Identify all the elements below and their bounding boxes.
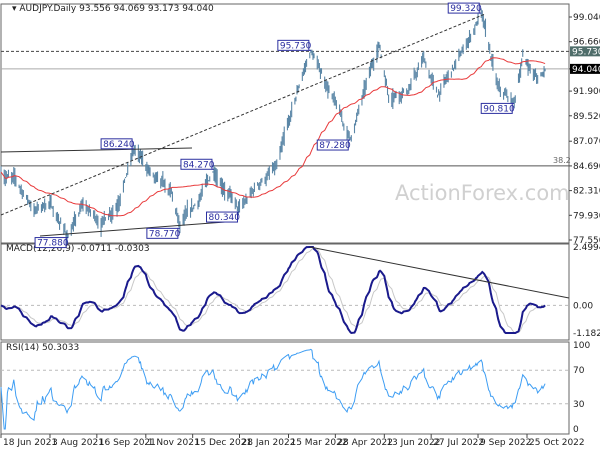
macd-label: MACD(12,26,9) -0.0711 -0.0303 (6, 244, 150, 254)
rsi-tick-label: 100 (573, 341, 590, 351)
macd-line (0, 246, 546, 335)
date-tick-label: 28 Jan 2022 (242, 438, 296, 448)
price-tick-label: 96.660 (573, 38, 600, 48)
annotation-label: 90.810 (483, 104, 515, 114)
macd-tick-label: 0.00 (573, 301, 593, 311)
price-tick-label: 87.070 (573, 137, 600, 147)
dropdown-triangle-icon: ▾ (12, 4, 19, 14)
rsi-line (0, 348, 546, 430)
annotation-label: 86.240 (103, 140, 135, 150)
macd-tick-label: -1.1824 (573, 329, 600, 339)
price-tick-label: 79.930 (573, 211, 600, 221)
date-tick-label: 28 Apr 2022 (337, 438, 393, 448)
date-tick-label: 1 Nov 2021 (148, 438, 200, 448)
annotation-label: 87.280 (319, 141, 351, 151)
price-tick-label: 91.900 (573, 87, 600, 97)
chart-title: ▾ AUDJPY.Daily 93.556 94.069 93.173 94.0… (12, 4, 214, 14)
date-tick-label: 9 Sep 2022 (480, 438, 531, 448)
date-tick-label: 3 Aug 2021 (52, 438, 104, 448)
macd-tick-label: 2.4994 (573, 243, 600, 253)
price-tick-label: 82.310 (573, 187, 600, 197)
annotation-label: 77.880 (37, 239, 69, 249)
fib-level-label: 38.2 (553, 156, 571, 165)
annotation-label: 78.770 (149, 229, 181, 239)
resistance-tag-label: 95.730 (572, 47, 600, 57)
annotation-label: 99.320 (450, 4, 482, 14)
macd-trendline (309, 246, 570, 299)
annotation-label: 84.270 (183, 160, 215, 170)
rsi-tick-label: 30 (573, 400, 585, 410)
upper-channel-line (0, 147, 193, 153)
annotation-label: 80.340 (209, 213, 241, 223)
rsi-label: RSI(14) 50.3033 (6, 343, 79, 353)
watermark: ActionForex.com (395, 181, 570, 205)
price-chart: ▾ AUDJPY.Daily 93.556 94.069 93.173 94.0… (0, 2, 600, 448)
rsi-tick-label: 0 (573, 425, 579, 435)
support-trendline (39, 221, 226, 237)
date-tick-label: 27 Jul 2022 (433, 438, 484, 448)
current-price-tag-label: 94.040 (572, 65, 600, 75)
price-tick-label: 84.690 (573, 162, 600, 172)
rsi-tick-label: 70 (573, 366, 585, 376)
price-tick-label: 99.040 (573, 13, 600, 23)
date-tick-label: 25 Oct 2022 (529, 438, 585, 448)
date-tick-label: 18 Jun 2021 (3, 438, 57, 448)
rsi-panel (0, 341, 570, 435)
price-tick-label: 89.520 (573, 112, 600, 122)
macd-panel (0, 243, 570, 341)
annotation-label: 95.730 (280, 41, 312, 51)
